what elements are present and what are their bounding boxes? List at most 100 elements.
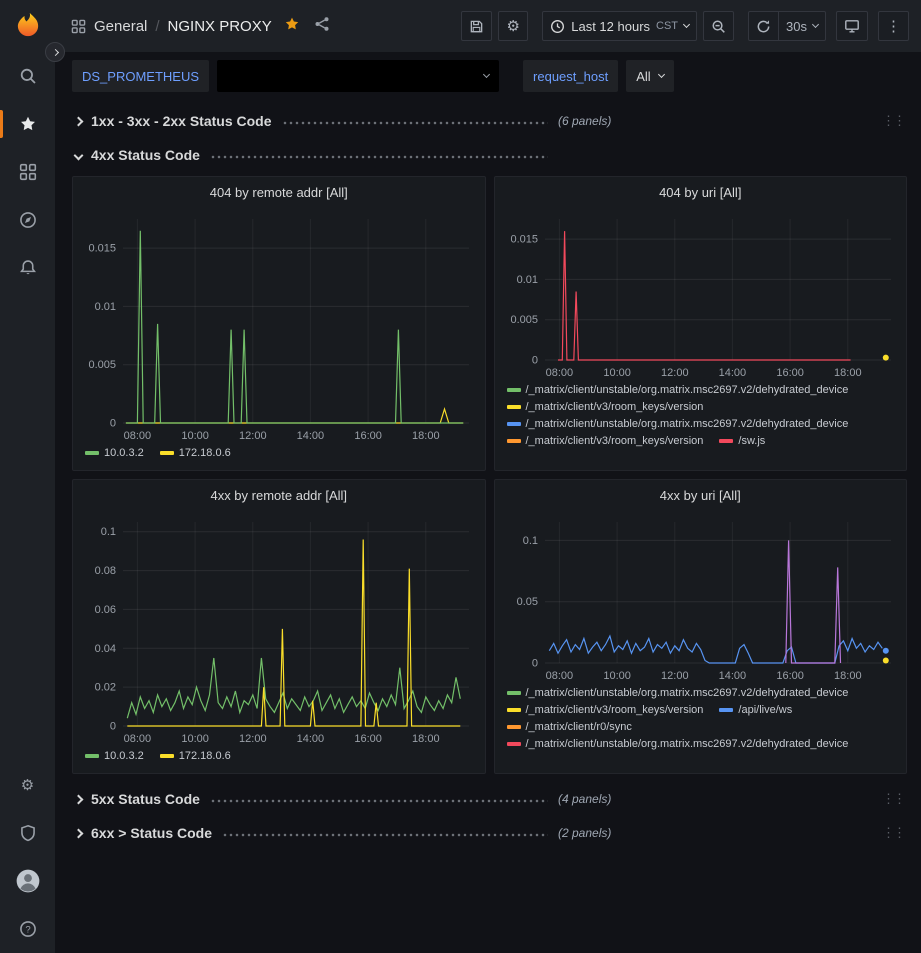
variable-request-host-value[interactable]: All — [626, 60, 673, 92]
legend-label: /_matrix/client/unstable/org.matrix.msc2… — [526, 738, 849, 750]
panel-header[interactable]: 4xx by uri [All] — [495, 480, 907, 510]
legend-item[interactable]: /_matrix/client/r0/sync — [507, 721, 632, 733]
zoom-out-icon — [711, 19, 726, 34]
svg-text:18:00: 18:00 — [412, 733, 440, 745]
dashboard-settings-button[interactable]: ⚙ — [498, 11, 528, 41]
legend-label: /api/live/ws — [738, 704, 792, 716]
breadcrumb-folder[interactable]: General — [94, 18, 147, 35]
row-4xx-status-code[interactable]: 4xx Status Code — [72, 140, 907, 170]
drag-handle-icon[interactable]: ⋮⋮ — [882, 825, 907, 841]
chevron-down-icon — [483, 71, 490, 78]
svg-text:08:00: 08:00 — [545, 670, 573, 682]
refresh-interval-dropdown[interactable]: 30s — [779, 11, 826, 41]
legend-swatch-icon — [507, 439, 521, 443]
legend-swatch-icon — [160, 754, 174, 758]
svg-text:0.005: 0.005 — [510, 314, 538, 326]
legend-item[interactable]: /_matrix/client/unstable/org.matrix.msc2… — [507, 687, 849, 699]
svg-text:14:00: 14:00 — [718, 367, 746, 379]
legend-item[interactable]: /_matrix/client/v3/room_keys/version — [507, 401, 704, 413]
panel-header[interactable]: 404 by uri [All] — [495, 177, 907, 207]
legend-item[interactable]: /_matrix/client/unstable/org.matrix.msc2… — [507, 418, 849, 430]
legend-item[interactable]: 172.18.0.6 — [160, 750, 231, 762]
timezone-label: CST — [656, 20, 678, 32]
chart-404-by-remote-addr[interactable]: 08:0010:0012:0014:0016:0018:0000.0050.01… — [79, 207, 477, 445]
legend-item[interactable]: /_matrix/client/v3/room_keys/version — [507, 704, 704, 716]
svg-text:12:00: 12:00 — [661, 367, 689, 379]
sidebar-item-admin-shield[interactable] — [0, 809, 55, 857]
sidebar-item-search[interactable] — [0, 52, 55, 100]
legend-label: 172.18.0.6 — [179, 447, 231, 459]
chevron-right-icon — [74, 116, 84, 126]
legend-item[interactable]: /sw.js — [719, 435, 765, 447]
chart-4xx-by-remote-addr[interactable]: 08:0010:0012:0014:0016:0018:0000.020.040… — [79, 510, 477, 748]
svg-text:0.005: 0.005 — [88, 359, 116, 371]
panel-404-by-remote-addr: 404 by remote addr [All] 08:0010:0012:00… — [72, 176, 486, 471]
sidebar-item-help[interactable]: ? — [0, 905, 55, 953]
shield-icon — [19, 824, 37, 842]
svg-text:08:00: 08:00 — [124, 430, 152, 442]
legend-swatch-icon — [160, 451, 174, 455]
legend-label: /_matrix/client/unstable/org.matrix.msc2… — [526, 687, 849, 699]
legend-item[interactable]: /api/live/ws — [719, 704, 792, 716]
svg-text:0.08: 0.08 — [95, 565, 116, 577]
row-6xx-status-code[interactable]: 6xx > Status Code (2 panels) ⋮⋮ — [72, 818, 907, 848]
panel-header[interactable]: 404 by remote addr [All] — [73, 177, 485, 207]
variable-ds-prometheus-label[interactable]: DS_PROMETHEUS — [72, 60, 209, 92]
svg-text:0.1: 0.1 — [101, 526, 116, 538]
legend-item[interactable]: 10.0.3.2 — [85, 750, 144, 762]
time-range-label: Last 12 hours — [571, 19, 650, 34]
sidebar-item-starred[interactable] — [0, 100, 55, 148]
row-panel-count: (2 panels) — [558, 826, 611, 840]
dotted-leader — [210, 799, 548, 803]
share-icon[interactable] — [314, 16, 330, 36]
zoom-out-button[interactable] — [703, 11, 734, 41]
row-title: 4xx Status Code — [91, 147, 200, 163]
svg-text:18:00: 18:00 — [834, 670, 862, 682]
star-filled-icon — [284, 16, 300, 32]
breadcrumb-separator: / — [155, 18, 159, 35]
drag-handle-icon[interactable]: ⋮⋮ — [882, 113, 907, 129]
legend-item[interactable]: 10.0.3.2 — [85, 447, 144, 459]
sidebar-item-server-admin[interactable]: ⚙ — [0, 761, 55, 809]
variable-ds-prometheus-value[interactable] — [217, 60, 499, 92]
chevron-down-icon — [658, 71, 665, 78]
sidebar-item-explore[interactable] — [0, 196, 55, 244]
kebab-icon: ⋮ — [886, 17, 901, 35]
panel-header[interactable]: 4xx by remote addr [All] — [73, 480, 485, 510]
avatar — [15, 868, 41, 894]
breadcrumb-dashboard-title[interactable]: NGINX PROXY — [168, 18, 272, 35]
row-5xx-status-code[interactable]: 5xx Status Code (4 panels) ⋮⋮ — [72, 784, 907, 814]
refresh-button[interactable] — [748, 11, 779, 41]
legend-swatch-icon — [507, 742, 521, 746]
sidebar-collapse-toggle[interactable] — [45, 42, 65, 62]
variable-request-host-label[interactable]: request_host — [523, 60, 618, 92]
legend-swatch-icon — [85, 754, 99, 758]
drag-handle-icon[interactable]: ⋮⋮ — [882, 791, 907, 807]
help-icon: ? — [19, 920, 37, 938]
time-range-picker[interactable]: Last 12 hours CST — [542, 11, 697, 41]
save-dashboard-button[interactable] — [461, 11, 492, 41]
more-options-button[interactable]: ⋮ — [878, 11, 909, 41]
svg-text:12:00: 12:00 — [661, 670, 689, 682]
row-1xx-3xx-2xx-status-code[interactable]: 1xx - 3xx - 2xx Status Code (6 panels) ⋮… — [72, 106, 907, 136]
legend-item[interactable]: 172.18.0.6 — [160, 447, 231, 459]
svg-text:?: ? — [25, 924, 30, 935]
panel-4xx-by-uri: 4xx by uri [All] 08:0010:0012:0014:0016:… — [494, 479, 908, 774]
cycle-view-mode-button[interactable] — [836, 11, 868, 41]
monitor-icon — [844, 18, 860, 34]
svg-text:10:00: 10:00 — [603, 670, 631, 682]
chart-4xx-by-uri[interactable]: 08:0010:0012:0014:0016:0018:0000.050.1 — [501, 510, 899, 685]
chart-404-by-uri[interactable]: 08:0010:0012:0014:0016:0018:0000.0050.01… — [501, 207, 899, 382]
legend-item[interactable]: /_matrix/client/v3/room_keys/version — [507, 435, 704, 447]
grafana-flame-icon — [14, 12, 42, 40]
chevron-down-icon — [683, 21, 690, 28]
panel-404-by-uri: 404 by uri [All] 08:0010:0012:0014:0016:… — [494, 176, 908, 471]
panel-title: 4xx by uri [All] — [660, 488, 741, 503]
sidebar-item-dashboards[interactable] — [0, 148, 55, 196]
favorite-star-icon[interactable] — [284, 16, 300, 36]
dotted-leader — [282, 121, 548, 125]
legend-item[interactable]: /_matrix/client/unstable/org.matrix.msc2… — [507, 738, 849, 750]
sidebar-item-alerting[interactable] — [0, 244, 55, 292]
sidebar-item-profile[interactable] — [0, 857, 55, 905]
legend-item[interactable]: /_matrix/client/unstable/org.matrix.msc2… — [507, 384, 849, 396]
